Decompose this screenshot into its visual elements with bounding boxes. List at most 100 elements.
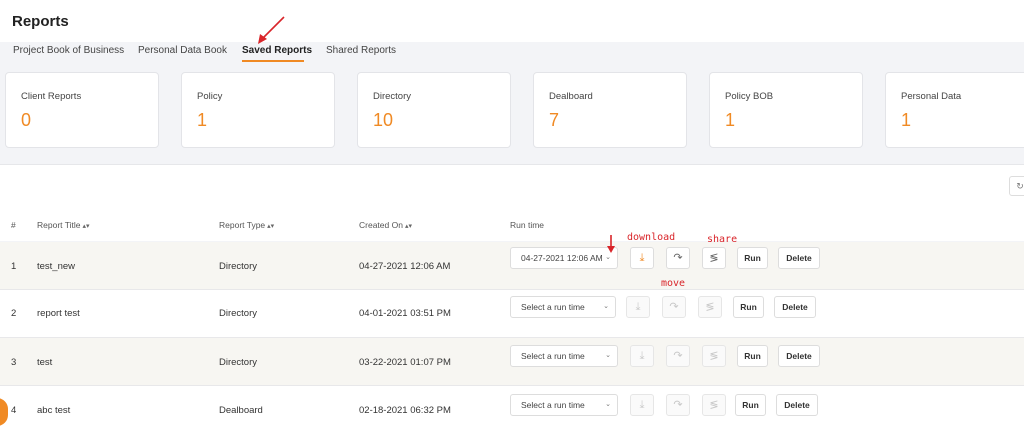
- download-button[interactable]: ⤓: [630, 394, 654, 416]
- column-header-title[interactable]: Report Title ▴▾: [37, 220, 90, 230]
- row-created: 03-22-2021 01:07 PM: [359, 357, 451, 368]
- row-index: 3: [11, 357, 17, 368]
- card-label: Policy BOB: [725, 91, 774, 102]
- run-button[interactable]: Run: [733, 296, 764, 318]
- card-client-reports[interactable]: Client Reports 0: [5, 72, 159, 148]
- annotation-download: download: [627, 232, 676, 243]
- card-value: 1: [725, 110, 736, 130]
- share-icon: ≶: [709, 350, 719, 362]
- delete-button[interactable]: Delete: [774, 296, 816, 318]
- run-button[interactable]: Run: [737, 247, 768, 269]
- card-personal-data[interactable]: Personal Data 1: [885, 72, 1024, 148]
- share-button[interactable]: ≶: [702, 394, 726, 416]
- row-type: Directory: [219, 357, 258, 368]
- download-button[interactable]: ⤓: [630, 247, 654, 269]
- download-icon: ⤓: [635, 301, 641, 313]
- download-icon: ⤓: [639, 399, 645, 411]
- annotation-move: move: [661, 278, 686, 289]
- card-label: Policy: [197, 91, 223, 102]
- row-title: test: [37, 357, 53, 368]
- run-time-select[interactable]: 04-27-2021 12:06 AM ⌄: [510, 247, 618, 269]
- card-policy-bob[interactable]: Policy BOB 1: [709, 72, 863, 148]
- share-button[interactable]: ≶: [702, 247, 726, 269]
- share-button[interactable]: ≶: [698, 296, 722, 318]
- card-label: Personal Data: [901, 91, 962, 102]
- column-header-runtime: Run time: [510, 220, 545, 230]
- download-icon: ⤓: [639, 252, 645, 264]
- run-time-select[interactable]: Select a run time ⌄: [510, 296, 616, 318]
- chevron-down-icon: ⌄: [605, 352, 611, 359]
- card-value: 0: [21, 110, 32, 130]
- run-button[interactable]: Run: [735, 394, 766, 416]
- card-dealboard[interactable]: Dealboard 7: [533, 72, 687, 148]
- annotation-share: share: [707, 234, 738, 245]
- tab-project-book-of-business[interactable]: Project Book of Business: [13, 45, 124, 56]
- tab-personal-data-book[interactable]: Personal Data Book: [138, 45, 227, 56]
- run-button[interactable]: Run: [737, 345, 768, 367]
- card-value: 7: [549, 110, 560, 130]
- row-index: 1: [11, 261, 17, 272]
- row-title: report test: [37, 308, 80, 319]
- tab-saved-reports[interactable]: Saved Reports: [242, 45, 312, 56]
- delete-button[interactable]: Delete: [778, 345, 820, 367]
- tab-bar: Project Book of Business Personal Data B…: [0, 42, 1024, 64]
- row-created: 04-01-2021 03:51 PM: [359, 308, 451, 319]
- tab-shared-reports[interactable]: Shared Reports: [326, 45, 396, 56]
- row-title: test_new: [37, 261, 76, 272]
- sort-icon: ▴▾: [267, 223, 275, 230]
- column-header-index: #: [11, 220, 16, 230]
- row-created: 02-18-2021 06:32 PM: [359, 405, 451, 416]
- column-header-type[interactable]: Report Type ▴▾: [219, 220, 274, 230]
- move-button[interactable]: ↷: [666, 247, 690, 269]
- redo-icon: ↷: [669, 301, 679, 313]
- row-created: 04-27-2021 12:06 AM: [359, 261, 451, 272]
- table-row: 4 abc test Dealboard 02-18-2021 06:32 PM…: [0, 386, 1024, 434]
- card-value: 10: [373, 110, 394, 130]
- annotation-arrow-icon: [607, 235, 615, 253]
- table-toolbar: ↻: [0, 164, 1024, 210]
- table-row: 2 report test Directory 04-01-2021 03:51…: [0, 290, 1024, 338]
- row-index: 4: [11, 405, 17, 416]
- chevron-down-icon: ⌄: [603, 303, 609, 310]
- row-title: abc test: [37, 405, 71, 416]
- card-value: 1: [901, 110, 912, 130]
- move-button[interactable]: ↷: [666, 345, 690, 367]
- redo-icon: ↷: [673, 252, 683, 264]
- sort-icon: ▴▾: [404, 223, 412, 230]
- chevron-down-icon: ⌄: [605, 401, 611, 408]
- sort-icon: ▴▾: [82, 223, 90, 230]
- table-header: # Report Title ▴▾ Report Type ▴▾ Created O…: [0, 209, 1024, 241]
- download-button[interactable]: ⤓: [626, 296, 650, 318]
- card-policy[interactable]: Policy 1: [181, 72, 335, 148]
- card-directory[interactable]: Directory 10: [357, 72, 511, 148]
- share-icon: ≶: [709, 252, 719, 264]
- download-button[interactable]: ⤓: [630, 345, 654, 367]
- annotation-arrow-icon: [258, 16, 285, 44]
- table-row: 1 test_new Directory 04-27-2021 12:06 AM…: [0, 242, 1024, 290]
- share-icon: ≶: [705, 301, 715, 313]
- card-label: Directory: [373, 91, 412, 102]
- move-button[interactable]: ↷: [662, 296, 686, 318]
- download-icon: ⤓: [639, 350, 645, 362]
- active-tab-indicator: [242, 60, 304, 62]
- redo-icon: ↷: [673, 350, 683, 362]
- row-type: Directory: [219, 261, 258, 272]
- page-title: Reports: [12, 13, 69, 30]
- delete-button[interactable]: Delete: [778, 247, 820, 269]
- run-time-select[interactable]: Select a run time ⌄: [510, 394, 618, 416]
- summary-cards: Client Reports 0 Policy 1 Directory 10 D…: [0, 72, 1024, 150]
- redo-icon: ↷: [673, 399, 683, 411]
- row-index: 2: [11, 308, 17, 319]
- delete-button[interactable]: Delete: [776, 394, 818, 416]
- row-type: Directory: [219, 308, 258, 319]
- share-button[interactable]: ≶: [702, 345, 726, 367]
- refresh-button[interactable]: ↻: [1009, 176, 1024, 196]
- column-header-created[interactable]: Created On ▴▾: [359, 220, 412, 230]
- card-value: 1: [197, 110, 208, 130]
- card-label: Client Reports: [21, 91, 82, 102]
- row-type: Dealboard: [219, 405, 263, 416]
- run-time-select[interactable]: Select a run time ⌄: [510, 345, 618, 367]
- move-button[interactable]: ↷: [666, 394, 690, 416]
- page-header: Reports: [0, 0, 1024, 42]
- refresh-icon: ↻: [1016, 181, 1024, 191]
